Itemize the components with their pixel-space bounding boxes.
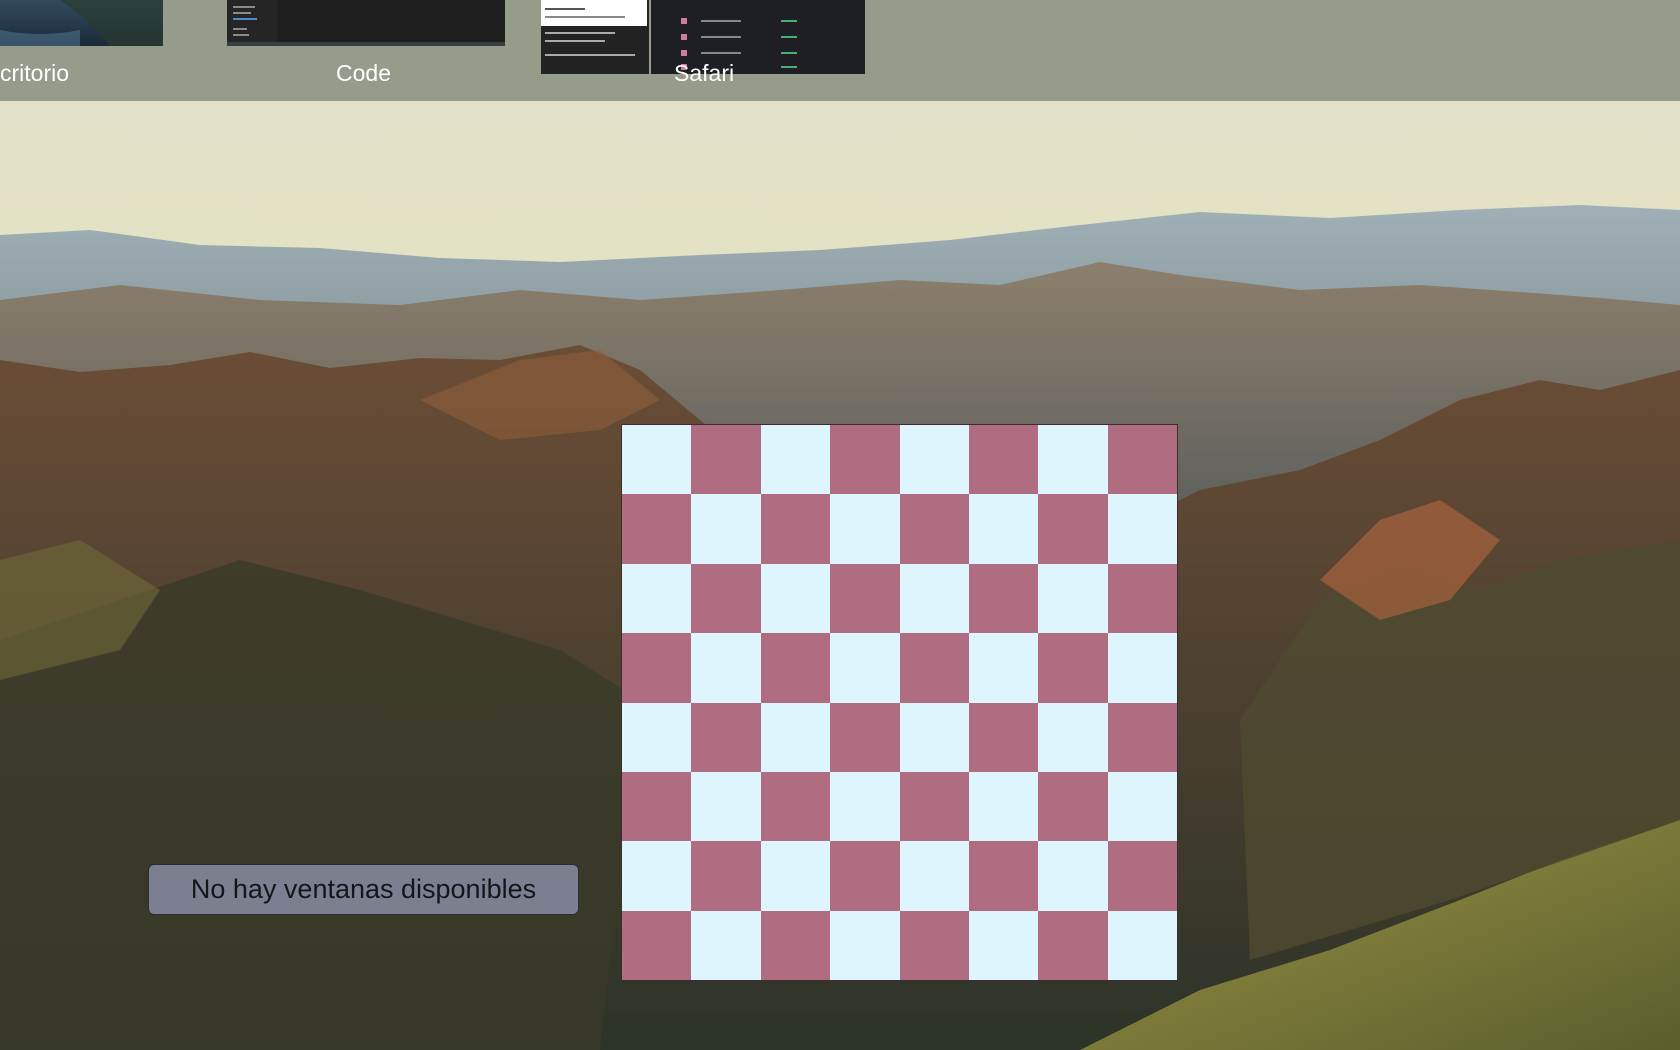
board-square[interactable] — [899, 563, 969, 634]
code-window-preview — [227, 0, 505, 46]
board-square[interactable] — [968, 563, 1039, 634]
board-square[interactable] — [622, 771, 692, 842]
board-square[interactable] — [830, 702, 900, 772]
board-square[interactable] — [1038, 910, 1108, 980]
board-square[interactable] — [691, 494, 761, 564]
checkerboard — [621, 424, 1178, 981]
board-square[interactable] — [968, 425, 1039, 495]
board-square[interactable] — [1038, 633, 1108, 703]
board-square[interactable] — [760, 425, 831, 495]
board-square[interactable] — [1107, 771, 1177, 842]
board-square[interactable] — [830, 771, 900, 842]
board-square[interactable] — [830, 563, 900, 634]
board-square[interactable] — [1038, 841, 1108, 911]
board-square[interactable] — [830, 633, 900, 703]
board-square[interactable] — [899, 771, 969, 842]
space-label-desktop: critorio — [0, 60, 70, 86]
board-square[interactable] — [1107, 633, 1177, 703]
board-square[interactable] — [622, 910, 692, 980]
no-windows-available-label: No hay ventanas disponibles — [148, 864, 579, 915]
board-square[interactable] — [899, 425, 969, 495]
board-square[interactable] — [968, 633, 1039, 703]
board-square[interactable] — [760, 633, 831, 703]
board-square[interactable] — [691, 425, 761, 495]
board-square[interactable] — [968, 702, 1039, 772]
board-square[interactable] — [622, 702, 692, 772]
board-square[interactable] — [622, 563, 692, 634]
desktop-preview — [0, 0, 163, 46]
board-square[interactable] — [968, 910, 1039, 980]
board-square[interactable] — [1107, 910, 1177, 980]
board-square[interactable] — [760, 841, 831, 911]
board-square[interactable] — [830, 425, 900, 495]
board-square[interactable] — [1038, 702, 1108, 772]
board-square[interactable] — [691, 563, 761, 634]
board-square[interactable] — [760, 563, 831, 634]
space-thumbnail-code[interactable] — [227, 0, 505, 46]
board-square[interactable] — [1038, 425, 1108, 495]
board-square[interactable] — [691, 910, 761, 980]
board-square[interactable] — [622, 494, 692, 564]
board-square[interactable] — [760, 771, 831, 842]
board-square[interactable] — [968, 771, 1039, 842]
board-square[interactable] — [1107, 494, 1177, 564]
board-square[interactable] — [691, 841, 761, 911]
board-square[interactable] — [622, 633, 692, 703]
board-square[interactable] — [760, 910, 831, 980]
board-square[interactable] — [830, 910, 900, 980]
board-square[interactable] — [899, 494, 969, 564]
board-square[interactable] — [622, 841, 692, 911]
board-square[interactable] — [691, 633, 761, 703]
board-square[interactable] — [899, 633, 969, 703]
space-label-code: Code — [336, 60, 391, 86]
board-square[interactable] — [1038, 563, 1108, 634]
board-square[interactable] — [760, 702, 831, 772]
space-thumbnail-desktop[interactable] — [0, 0, 163, 46]
board-square[interactable] — [1107, 702, 1177, 772]
board-square[interactable] — [899, 702, 969, 772]
board-square[interactable] — [1038, 771, 1108, 842]
board-square[interactable] — [968, 841, 1039, 911]
space-label-safari: Safari — [674, 60, 735, 86]
board-square[interactable] — [1038, 494, 1108, 564]
spaces-bar: critorio Code Safari — [0, 0, 1680, 101]
board-square[interactable] — [899, 910, 969, 980]
board-square[interactable] — [691, 771, 761, 842]
board-square[interactable] — [760, 494, 831, 564]
board-square[interactable] — [691, 702, 761, 772]
board-square[interactable] — [1107, 841, 1177, 911]
board-square[interactable] — [830, 841, 900, 911]
board-square[interactable] — [968, 494, 1039, 564]
board-square[interactable] — [1107, 425, 1177, 495]
board-square[interactable] — [1107, 563, 1177, 634]
board-square[interactable] — [830, 494, 900, 564]
board-square[interactable] — [899, 841, 969, 911]
board-square[interactable] — [622, 425, 692, 495]
